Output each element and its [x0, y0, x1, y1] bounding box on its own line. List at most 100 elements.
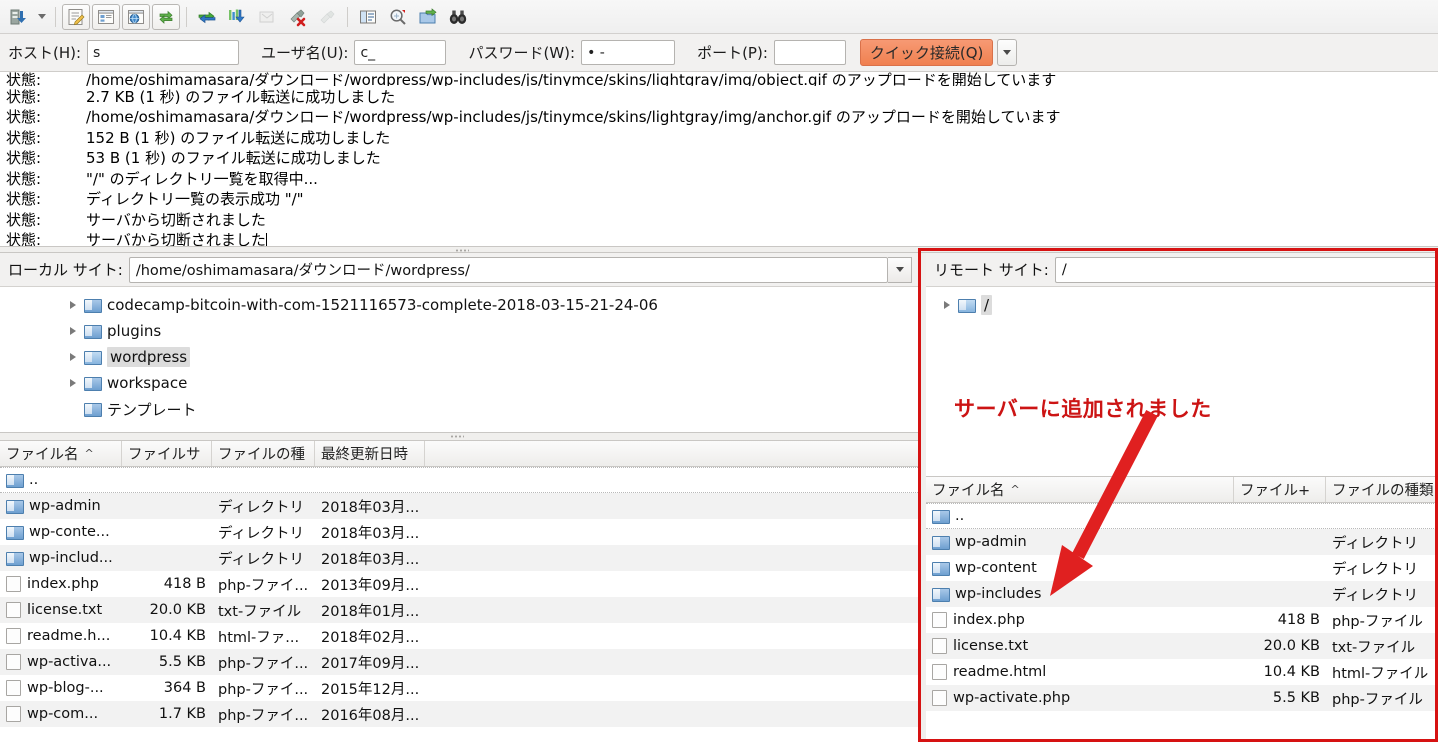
synchronized-browsing-icon[interactable] [414, 4, 442, 30]
local-file-list-header: ファイル名 ^ ファイルサ ファイルの種 最終更新日時 [0, 441, 918, 467]
toggle-message-log-icon[interactable] [62, 3, 90, 30]
expand-triangle-icon[interactable] [62, 379, 84, 387]
file-cell-name: wp-blog-... [0, 680, 122, 696]
expand-triangle-icon[interactable] [62, 327, 84, 335]
file-row[interactable]: wp-admin ディレクトリ [926, 529, 1438, 555]
site-manager-dropdown-icon[interactable] [34, 4, 50, 30]
host-input[interactable]: s [87, 40, 240, 65]
pane-splitter[interactable] [918, 253, 926, 742]
file-row[interactable]: wp-admin ディレクトリ 2018年03月... [0, 493, 918, 519]
file-row[interactable]: .. [0, 467, 918, 493]
file-row[interactable]: wp-activa... 5.5 KB php-ファイ... 2017年09月... [0, 649, 918, 675]
toggle-local-tree-icon[interactable] [92, 3, 120, 30]
file-cell-type: php-ファイル [1332, 613, 1423, 630]
column-header-filesize[interactable]: ファイルサ [122, 441, 212, 466]
tree-item[interactable]: wordpress [0, 344, 918, 370]
username-input[interactable]: c_ [354, 40, 447, 65]
file-cell-name: wp-includes [926, 586, 1234, 602]
column-header-filename[interactable]: ファイル名 ^ [926, 477, 1234, 502]
local-path-dropdown-icon[interactable] [888, 256, 912, 283]
tree-item[interactable]: workspace [0, 370, 918, 396]
local-tree-splitter[interactable] [0, 433, 918, 441]
column-label: ファイル名 [6, 447, 79, 463]
file-row[interactable]: wp-activate.php 5.5 KB php-ファイル [926, 685, 1438, 711]
column-header-filetype[interactable]: ファイルの種類 [1326, 477, 1438, 502]
message-log[interactable]: 状態: /home/oshimamasara/ダウンロード/wordpress/w… [0, 72, 1438, 246]
process-queue-icon[interactable] [223, 4, 251, 30]
port-input[interactable] [773, 40, 846, 65]
file-name-label: wp-activa... [27, 654, 112, 670]
toggle-transfer-queue-icon[interactable] [152, 3, 180, 30]
file-icon [932, 690, 947, 706]
refresh-icon[interactable] [193, 4, 221, 30]
remote-directory-tree[interactable]: / サーバーに追加されました [926, 287, 1438, 477]
column-header-filetype[interactable]: ファイルの種 [212, 441, 315, 466]
file-row[interactable]: index.php 418 B php-ファイル [926, 607, 1438, 633]
password-input[interactable]: • - [581, 40, 676, 65]
disconnect-icon[interactable] [283, 4, 311, 30]
file-row[interactable]: wp-conte... ディレクトリ 2018年03月... [0, 519, 918, 545]
file-row[interactable]: license.txt 20.0 KB txt-ファイル 2018年01月... [0, 597, 918, 623]
log-splitter[interactable] [0, 246, 1438, 253]
tree-item[interactable]: / [926, 292, 1438, 318]
file-icon [6, 654, 21, 670]
local-path-input[interactable]: /home/oshimamasara/ダウンロード/wordpress/ [128, 256, 888, 283]
file-name-label: wp-admin [29, 498, 101, 514]
file-row[interactable]: index.php 418 B php-ファイ... 2013年09月... [0, 571, 918, 597]
remote-path-input[interactable]: / [1054, 256, 1438, 283]
column-header-modified[interactable]: 最終更新日時 [315, 441, 425, 466]
folder-icon [84, 298, 102, 313]
file-row[interactable]: license.txt 20.0 KB txt-ファイル [926, 633, 1438, 659]
file-cell-size: 10.4 KB [1263, 664, 1320, 680]
file-row[interactable]: wp-com... 1.7 KB php-ファイ... 2016年08月... [0, 701, 918, 727]
file-cell-name: wp-includ... [0, 550, 122, 566]
tree-item-label: wordpress [107, 347, 191, 367]
column-label: ファイル名 [932, 483, 1005, 499]
expand-triangle-icon[interactable] [936, 301, 958, 309]
chevron-down-icon[interactable] [997, 39, 1018, 66]
file-cell-name: .. [926, 508, 1234, 524]
compare-directories-icon[interactable] [384, 4, 412, 30]
file-row[interactable]: wp-content ディレクトリ [926, 555, 1438, 581]
file-cell-type: txt-ファイル [218, 603, 302, 620]
folder-icon [6, 499, 24, 514]
file-cell-type: php-ファイ... [218, 707, 309, 724]
file-cell-type: html-ファイル [1332, 665, 1429, 682]
file-row[interactable]: wp-includ... ディレクトリ 2018年03月... [0, 545, 918, 571]
log-row: 状態: "/" のディレクトリ一覧を取得中... [0, 168, 1438, 189]
file-row[interactable]: .. [926, 503, 1438, 529]
reconnect-icon[interactable] [313, 4, 341, 30]
file-row[interactable]: readme.html 10.4 KB html-ファイル [926, 659, 1438, 685]
file-cell-size: 1.7 KB [158, 706, 206, 722]
column-header-filename[interactable]: ファイル名 ^ [0, 441, 122, 466]
file-cell-modified: 2018年03月... [321, 551, 420, 568]
local-file-list[interactable]: .. wp-admin ディレクトリ 2018年03月... wp-conte... ディ… [0, 467, 918, 727]
expand-triangle-icon[interactable] [62, 353, 84, 361]
expand-triangle-icon[interactable] [62, 301, 84, 309]
file-cell-type: ディレクトリ [1332, 561, 1418, 578]
toggle-remote-tree-icon[interactable] [122, 3, 150, 30]
tree-item[interactable]: plugins [0, 318, 918, 344]
file-cell-modified: 2018年03月... [321, 499, 420, 516]
site-manager-icon[interactable] [5, 4, 33, 30]
column-label: ファイルの種 [218, 447, 305, 463]
remote-file-list-header: ファイル名 ^ ファイル+ ファイルの種類 [926, 477, 1438, 503]
file-row[interactable]: wp-blog-... 364 B php-ファイ... 2015年12月... [0, 675, 918, 701]
remote-file-list[interactable]: .. wp-admin ディレクトリ wp-content ディレクトリ wp-inclu… [926, 503, 1438, 738]
local-directory-tree[interactable]: codecamp-bitcoin-with-com-1521116573-com… [0, 287, 918, 433]
quick-connect-button[interactable]: クイック接続(Q) [859, 39, 994, 66]
file-icon [6, 706, 21, 722]
toolbar-separator [347, 6, 348, 27]
tree-item[interactable]: codecamp-bitcoin-with-com-1521116573-com… [0, 292, 918, 318]
cancel-operation-icon[interactable] [253, 4, 281, 30]
file-row[interactable]: wp-includes ディレクトリ [926, 581, 1438, 607]
file-row[interactable]: readme.h... 10.4 KB html-ファ... 2018年02月... [0, 623, 918, 649]
file-cell-type: ディレクトリ [218, 499, 304, 516]
log-row: 状態: 152 B (1 秒) のファイル転送に成功しました [0, 127, 1438, 148]
log-row-message: /home/oshimamasara/ダウンロード/wordpress/wp-i… [86, 72, 1057, 86]
filter-icon[interactable] [354, 4, 382, 30]
column-header-filesize[interactable]: ファイル+ [1234, 477, 1326, 502]
find-files-icon[interactable] [444, 4, 472, 30]
tree-item[interactable]: テンプレート [0, 396, 918, 422]
file-name-label: wp-com... [27, 706, 99, 722]
